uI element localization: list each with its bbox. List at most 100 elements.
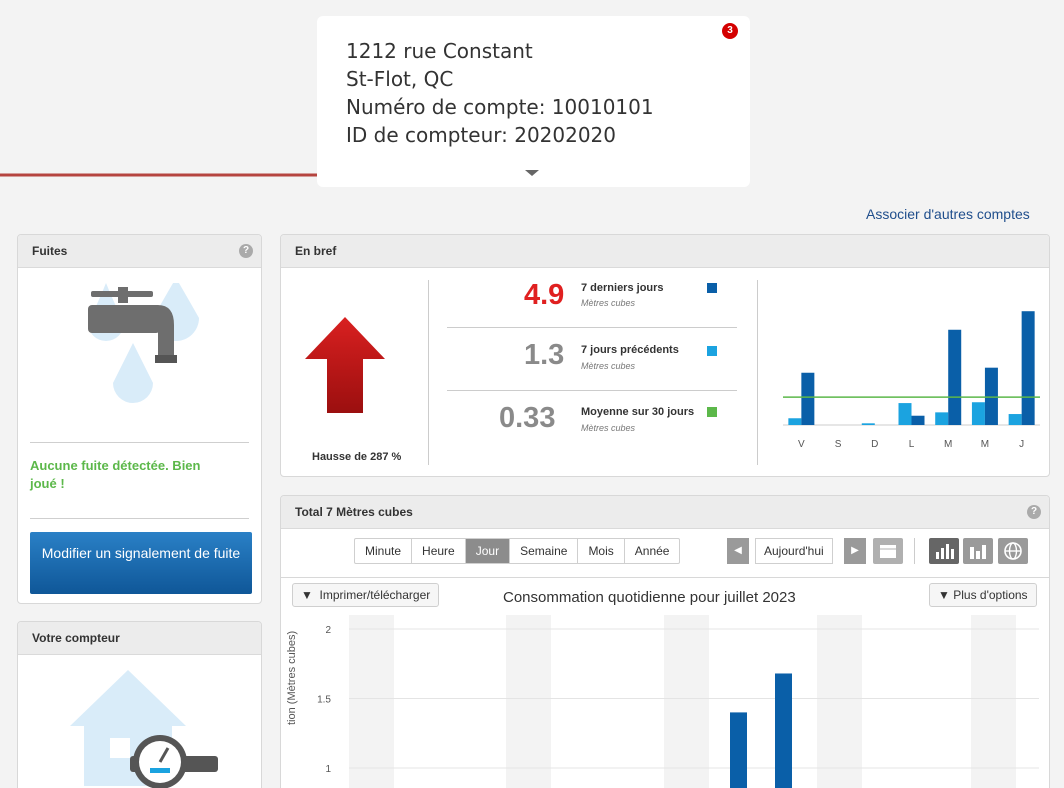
- modify-leak-report-button[interactable]: Modifier un signalement de fuite: [30, 532, 252, 594]
- kpi-recent-label: 7 derniers jours: [581, 282, 664, 294]
- calendar-icon[interactable]: [873, 538, 903, 564]
- separator: [757, 280, 758, 465]
- account-selector[interactable]: 1212 rue Constant St-Flot, QC Numéro de …: [317, 16, 750, 187]
- period-hour[interactable]: Heure: [412, 539, 466, 563]
- bar-previous: [971, 402, 985, 425]
- bar-previous: [1008, 414, 1022, 425]
- summary-panel: En bref Hausse de 287 % 4.9 7 derniers j…: [280, 234, 1050, 477]
- print-download-button[interactable]: ▼ Imprimer/télécharger: [292, 583, 440, 607]
- chart-band: [971, 615, 1016, 788]
- bar: [730, 712, 747, 788]
- chart-toolbar: Minute Heure Jour Semaine Mois Année ◀ A…: [281, 530, 1049, 578]
- caret-down-icon: ▼: [938, 588, 954, 602]
- x-tick-label: M: [944, 439, 952, 450]
- y-tick-label: 2: [325, 625, 331, 636]
- y-tick-label: 1: [325, 764, 331, 775]
- caret-down-icon: ▼: [301, 588, 320, 602]
- bar-recent: [801, 372, 815, 425]
- summary-panel-header: En bref: [281, 235, 1049, 268]
- meter-panel: Votre compteur: [17, 621, 262, 788]
- next-arrow-icon[interactable]: ▶: [844, 538, 866, 564]
- help-icon[interactable]: ?: [239, 244, 253, 258]
- daily-consumption-chart: 2 1.5 1 tion (Mètres cubes): [286, 615, 1039, 788]
- total-panel-header: Total 7 Mètres cubes ?: [281, 496, 1049, 529]
- chart-band: [349, 615, 394, 788]
- meter-panel-title: Votre compteur: [32, 631, 120, 645]
- leaks-panel-header: Fuites ?: [18, 235, 261, 268]
- bar: [775, 673, 792, 788]
- kpi-recent-unit: Mètres cubes: [581, 298, 636, 308]
- globe-icon[interactable]: [998, 538, 1028, 564]
- leak-status: Aucune fuite détectée. Bien joué !: [30, 458, 201, 491]
- bar-recent: [1021, 311, 1035, 425]
- period-day[interactable]: Jour: [465, 539, 511, 563]
- compare-chart-icon[interactable]: [963, 538, 993, 564]
- leaks-divider: [30, 518, 249, 519]
- separator: [914, 538, 915, 564]
- kpi-previous-value: 1.3: [524, 339, 565, 371]
- leaks-panel: Fuites ? Aucune fuite détectée. Bien jou…: [17, 234, 262, 604]
- caret-down-icon[interactable]: [525, 170, 539, 176]
- notification-badge[interactable]: 3: [722, 23, 738, 39]
- kpi-average-unit: Mètres cubes: [581, 423, 636, 433]
- address-line-2: St-Flot, QC: [346, 67, 454, 91]
- link-other-accounts[interactable]: Associer d'autres comptes: [866, 206, 1030, 222]
- house-meter-icon: [70, 670, 218, 788]
- bar-previous: [935, 412, 949, 425]
- chart-area: ▼ Imprimer/télécharger Consommation quot…: [281, 579, 1049, 788]
- print-download-label: Imprimer/télécharger: [319, 588, 431, 602]
- kpi-average-label: Moyenne sur 30 jours: [581, 406, 695, 418]
- kpi-recent-value: 4.9: [524, 279, 565, 311]
- more-options-label: Plus d'options: [953, 588, 1028, 602]
- total-panel-title: Total 7 Mètres cubes: [295, 505, 413, 519]
- period-month[interactable]: Mois: [578, 539, 625, 563]
- y-axis-label: tion (Mètres cubes): [286, 631, 298, 725]
- x-tick-label: J: [1019, 439, 1024, 450]
- separator: [447, 327, 737, 328]
- legend-swatch-previous: [707, 346, 717, 356]
- kpi-previous-unit: Mètres cubes: [581, 361, 636, 371]
- leaks-panel-title: Fuites: [32, 244, 68, 258]
- previous-arrow-icon[interactable]: ◀: [727, 538, 749, 564]
- today-button[interactable]: Aujourd'hui: [755, 538, 833, 564]
- period-year[interactable]: Année: [625, 539, 680, 563]
- help-icon[interactable]: ?: [1027, 505, 1041, 519]
- kpi-previous-label: 7 jours précédents: [581, 344, 679, 356]
- summary-panel-title: En bref: [295, 244, 337, 258]
- account-number: Numéro de compte: 10010101: [346, 95, 654, 119]
- x-tick-label: M: [981, 439, 989, 450]
- x-tick-label: D: [871, 439, 878, 450]
- more-options-button[interactable]: ▼ Plus d'options: [929, 583, 1037, 607]
- bar-previous: [788, 418, 802, 425]
- meter-panel-header: Votre compteur: [18, 622, 261, 655]
- period-selector: Minute Heure Jour Semaine Mois Année: [354, 538, 681, 564]
- bar-chart-icon[interactable]: [929, 538, 959, 564]
- chart-band: [506, 615, 551, 788]
- x-tick-label: L: [909, 439, 915, 450]
- kpi-average-value: 0.33: [499, 402, 556, 434]
- chart-title: Consommation quotidienne pour juillet 20…: [503, 589, 796, 606]
- bar-recent: [948, 329, 962, 425]
- faucet-icon: [88, 283, 199, 403]
- meter-id: ID de compteur: 20202020: [346, 123, 617, 147]
- bar-previous: [898, 403, 912, 425]
- bar-recent: [984, 367, 998, 425]
- chart-band: [817, 615, 862, 788]
- legend-swatch-average: [707, 407, 717, 417]
- total-panel: Total 7 Mètres cubes ? Minute Heure Jour…: [280, 495, 1050, 788]
- separator: [428, 280, 429, 465]
- y-tick-label: 1.5: [317, 695, 331, 706]
- bar-previous: [861, 423, 875, 425]
- weekly-mini-chart: VSDLMMJ: [783, 311, 1040, 450]
- chart-band: [664, 615, 709, 788]
- address-line-1: 1212 rue Constant: [346, 39, 533, 63]
- trend-up-arrow-icon: [305, 317, 385, 413]
- x-tick-label: S: [835, 439, 842, 450]
- leaks-divider: [30, 442, 249, 443]
- period-minute[interactable]: Minute: [355, 539, 413, 563]
- bar-recent: [911, 415, 925, 425]
- legend-swatch-recent: [707, 283, 717, 293]
- trend-label: Hausse de 287 %: [312, 451, 402, 463]
- period-week[interactable]: Semaine: [510, 539, 579, 563]
- x-tick-label: V: [798, 439, 805, 450]
